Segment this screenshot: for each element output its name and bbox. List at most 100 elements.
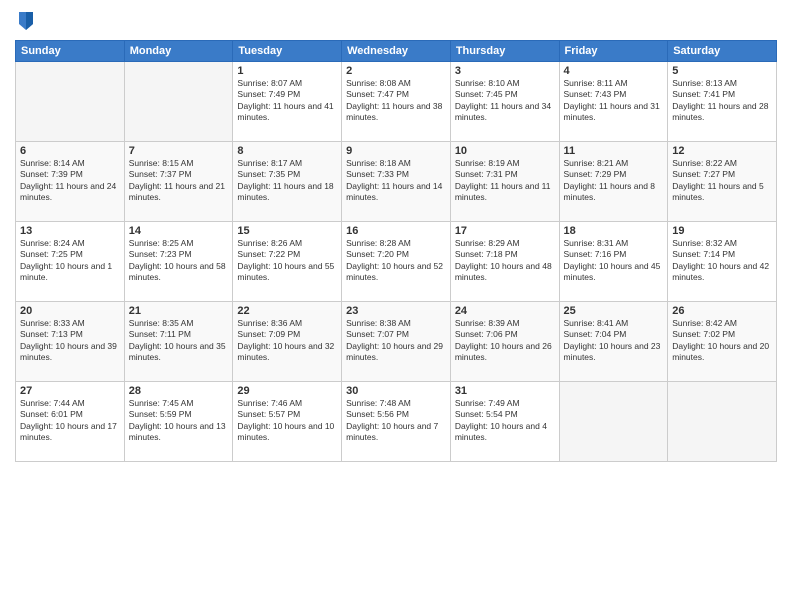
logo-text	[15, 10, 35, 32]
day-number: 17	[455, 225, 555, 237]
weekday-header-monday: Monday	[124, 41, 233, 62]
day-number: 22	[237, 305, 337, 317]
day-cell: 31Sunrise: 7:49 AMSunset: 5:54 PMDayligh…	[450, 382, 559, 462]
day-number: 21	[129, 305, 229, 317]
day-cell: 15Sunrise: 8:26 AMSunset: 7:22 PMDayligh…	[233, 222, 342, 302]
day-cell: 10Sunrise: 8:19 AMSunset: 7:31 PMDayligh…	[450, 142, 559, 222]
day-info: Sunrise: 8:10 AMSunset: 7:45 PMDaylight:…	[455, 78, 555, 124]
day-cell: 5Sunrise: 8:13 AMSunset: 7:41 PMDaylight…	[668, 62, 777, 142]
day-cell: 22Sunrise: 8:36 AMSunset: 7:09 PMDayligh…	[233, 302, 342, 382]
weekday-header-row: SundayMondayTuesdayWednesdayThursdayFrid…	[16, 41, 777, 62]
day-number: 15	[237, 225, 337, 237]
day-number: 23	[346, 305, 446, 317]
day-info: Sunrise: 8:32 AMSunset: 7:14 PMDaylight:…	[672, 238, 772, 284]
day-info: Sunrise: 8:13 AMSunset: 7:41 PMDaylight:…	[672, 78, 772, 124]
day-cell: 3Sunrise: 8:10 AMSunset: 7:45 PMDaylight…	[450, 62, 559, 142]
week-row-3: 13Sunrise: 8:24 AMSunset: 7:25 PMDayligh…	[16, 222, 777, 302]
day-info: Sunrise: 8:25 AMSunset: 7:23 PMDaylight:…	[129, 238, 229, 284]
day-info: Sunrise: 8:21 AMSunset: 7:29 PMDaylight:…	[564, 158, 664, 204]
day-cell: 19Sunrise: 8:32 AMSunset: 7:14 PMDayligh…	[668, 222, 777, 302]
day-number: 14	[129, 225, 229, 237]
day-info: Sunrise: 8:15 AMSunset: 7:37 PMDaylight:…	[129, 158, 229, 204]
day-info: Sunrise: 8:17 AMSunset: 7:35 PMDaylight:…	[237, 158, 337, 204]
day-cell: 1Sunrise: 8:07 AMSunset: 7:49 PMDaylight…	[233, 62, 342, 142]
day-cell: 14Sunrise: 8:25 AMSunset: 7:23 PMDayligh…	[124, 222, 233, 302]
day-info: Sunrise: 8:39 AMSunset: 7:06 PMDaylight:…	[455, 318, 555, 364]
day-number: 20	[20, 305, 120, 317]
day-number: 24	[455, 305, 555, 317]
day-cell: 13Sunrise: 8:24 AMSunset: 7:25 PMDayligh…	[16, 222, 125, 302]
day-number: 31	[455, 385, 555, 397]
week-row-1: 1Sunrise: 8:07 AMSunset: 7:49 PMDaylight…	[16, 62, 777, 142]
day-number: 11	[564, 145, 664, 157]
day-info: Sunrise: 8:35 AMSunset: 7:11 PMDaylight:…	[129, 318, 229, 364]
day-cell: 30Sunrise: 7:48 AMSunset: 5:56 PMDayligh…	[342, 382, 451, 462]
day-info: Sunrise: 7:44 AMSunset: 6:01 PMDaylight:…	[20, 398, 120, 444]
day-info: Sunrise: 8:28 AMSunset: 7:20 PMDaylight:…	[346, 238, 446, 284]
day-info: Sunrise: 8:36 AMSunset: 7:09 PMDaylight:…	[237, 318, 337, 364]
day-cell: 11Sunrise: 8:21 AMSunset: 7:29 PMDayligh…	[559, 142, 668, 222]
day-cell	[559, 382, 668, 462]
day-info: Sunrise: 8:07 AMSunset: 7:49 PMDaylight:…	[237, 78, 337, 124]
day-info: Sunrise: 7:49 AMSunset: 5:54 PMDaylight:…	[455, 398, 555, 444]
day-info: Sunrise: 8:38 AMSunset: 7:07 PMDaylight:…	[346, 318, 446, 364]
day-number: 7	[129, 145, 229, 157]
day-number: 8	[237, 145, 337, 157]
weekday-header-wednesday: Wednesday	[342, 41, 451, 62]
day-cell: 24Sunrise: 8:39 AMSunset: 7:06 PMDayligh…	[450, 302, 559, 382]
day-cell: 25Sunrise: 8:41 AMSunset: 7:04 PMDayligh…	[559, 302, 668, 382]
day-cell: 18Sunrise: 8:31 AMSunset: 7:16 PMDayligh…	[559, 222, 668, 302]
day-number: 19	[672, 225, 772, 237]
day-cell: 23Sunrise: 8:38 AMSunset: 7:07 PMDayligh…	[342, 302, 451, 382]
day-info: Sunrise: 8:31 AMSunset: 7:16 PMDaylight:…	[564, 238, 664, 284]
page: SundayMondayTuesdayWednesdayThursdayFrid…	[0, 0, 792, 612]
day-cell	[124, 62, 233, 142]
day-cell: 26Sunrise: 8:42 AMSunset: 7:02 PMDayligh…	[668, 302, 777, 382]
day-cell: 21Sunrise: 8:35 AMSunset: 7:11 PMDayligh…	[124, 302, 233, 382]
day-number: 27	[20, 385, 120, 397]
day-info: Sunrise: 8:24 AMSunset: 7:25 PMDaylight:…	[20, 238, 120, 284]
day-number: 26	[672, 305, 772, 317]
day-cell: 28Sunrise: 7:45 AMSunset: 5:59 PMDayligh…	[124, 382, 233, 462]
logo-icon	[17, 10, 35, 32]
day-cell	[16, 62, 125, 142]
day-info: Sunrise: 8:11 AMSunset: 7:43 PMDaylight:…	[564, 78, 664, 124]
week-row-2: 6Sunrise: 8:14 AMSunset: 7:39 PMDaylight…	[16, 142, 777, 222]
day-number: 29	[237, 385, 337, 397]
day-info: Sunrise: 8:33 AMSunset: 7:13 PMDaylight:…	[20, 318, 120, 364]
day-cell: 8Sunrise: 8:17 AMSunset: 7:35 PMDaylight…	[233, 142, 342, 222]
logo	[15, 10, 35, 32]
day-info: Sunrise: 8:29 AMSunset: 7:18 PMDaylight:…	[455, 238, 555, 284]
day-cell: 17Sunrise: 8:29 AMSunset: 7:18 PMDayligh…	[450, 222, 559, 302]
day-info: Sunrise: 8:08 AMSunset: 7:47 PMDaylight:…	[346, 78, 446, 124]
day-number: 25	[564, 305, 664, 317]
day-number: 18	[564, 225, 664, 237]
day-info: Sunrise: 8:18 AMSunset: 7:33 PMDaylight:…	[346, 158, 446, 204]
day-number: 4	[564, 65, 664, 77]
day-info: Sunrise: 7:48 AMSunset: 5:56 PMDaylight:…	[346, 398, 446, 444]
day-info: Sunrise: 8:41 AMSunset: 7:04 PMDaylight:…	[564, 318, 664, 364]
weekday-header-thursday: Thursday	[450, 41, 559, 62]
day-cell: 20Sunrise: 8:33 AMSunset: 7:13 PMDayligh…	[16, 302, 125, 382]
day-cell: 12Sunrise: 8:22 AMSunset: 7:27 PMDayligh…	[668, 142, 777, 222]
day-info: Sunrise: 8:22 AMSunset: 7:27 PMDaylight:…	[672, 158, 772, 204]
day-cell: 29Sunrise: 7:46 AMSunset: 5:57 PMDayligh…	[233, 382, 342, 462]
day-info: Sunrise: 8:26 AMSunset: 7:22 PMDaylight:…	[237, 238, 337, 284]
day-number: 2	[346, 65, 446, 77]
weekday-header-tuesday: Tuesday	[233, 41, 342, 62]
day-number: 28	[129, 385, 229, 397]
day-number: 1	[237, 65, 337, 77]
day-info: Sunrise: 8:14 AMSunset: 7:39 PMDaylight:…	[20, 158, 120, 204]
header	[15, 10, 777, 32]
day-number: 5	[672, 65, 772, 77]
day-number: 3	[455, 65, 555, 77]
day-number: 10	[455, 145, 555, 157]
day-number: 30	[346, 385, 446, 397]
day-cell: 27Sunrise: 7:44 AMSunset: 6:01 PMDayligh…	[16, 382, 125, 462]
day-number: 6	[20, 145, 120, 157]
weekday-header-saturday: Saturday	[668, 41, 777, 62]
day-info: Sunrise: 7:45 AMSunset: 5:59 PMDaylight:…	[129, 398, 229, 444]
day-number: 9	[346, 145, 446, 157]
day-cell: 7Sunrise: 8:15 AMSunset: 7:37 PMDaylight…	[124, 142, 233, 222]
day-info: Sunrise: 8:19 AMSunset: 7:31 PMDaylight:…	[455, 158, 555, 204]
